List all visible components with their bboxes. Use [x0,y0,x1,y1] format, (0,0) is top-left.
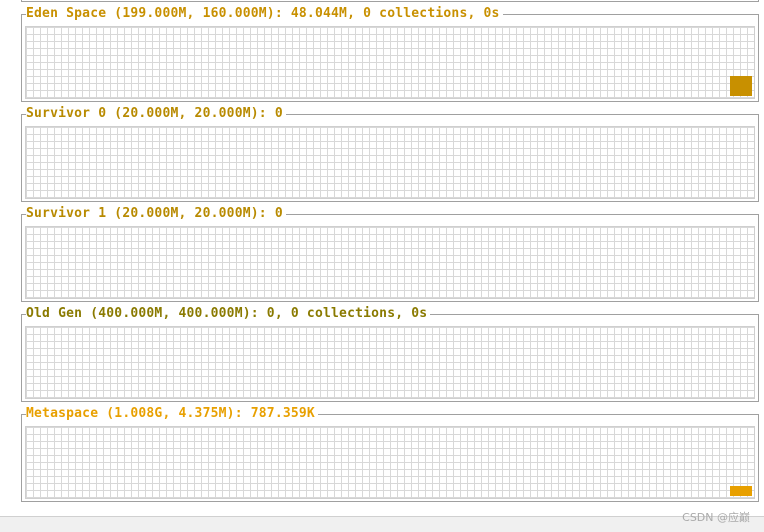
metaspace-panel: Metaspace (1.008G, 4.375M): 787.359K [21,407,759,502]
metaspace-usage-bar [730,486,752,496]
metaspace-graph [25,426,755,499]
eden-space-panel: Eden Space (199.000M, 160.000M): 48.044M… [21,7,759,102]
previous-panel-edge [21,0,759,2]
survivor-1-panel: Survivor 1 (20.000M, 20.000M): 0 [21,207,759,302]
metaspace-title: Metaspace (1.008G, 4.375M): 787.359K [26,407,318,421]
survivor-0-graph [25,126,755,199]
survivor-0-title: Survivor 0 (20.000M, 20.000M): 0 [26,107,286,121]
old-gen-panel: Old Gen (400.000M, 400.000M): 0, 0 colle… [21,307,759,402]
survivor-1-graph [25,226,755,299]
eden-space-title: Eden Space (199.000M, 160.000M): 48.044M… [26,7,503,21]
survivor-1-title: Survivor 1 (20.000M, 20.000M): 0 [26,207,286,221]
old-gen-graph [25,326,755,399]
eden-space-graph [25,26,755,99]
old-gen-title: Old Gen (400.000M, 400.000M): 0, 0 colle… [26,307,431,321]
watermark: CSDN @应巅 [682,511,750,524]
eden-space-usage-bar [730,76,752,96]
survivor-0-panel: Survivor 0 (20.000M, 20.000M): 0 [21,107,759,202]
status-bar [0,516,764,532]
